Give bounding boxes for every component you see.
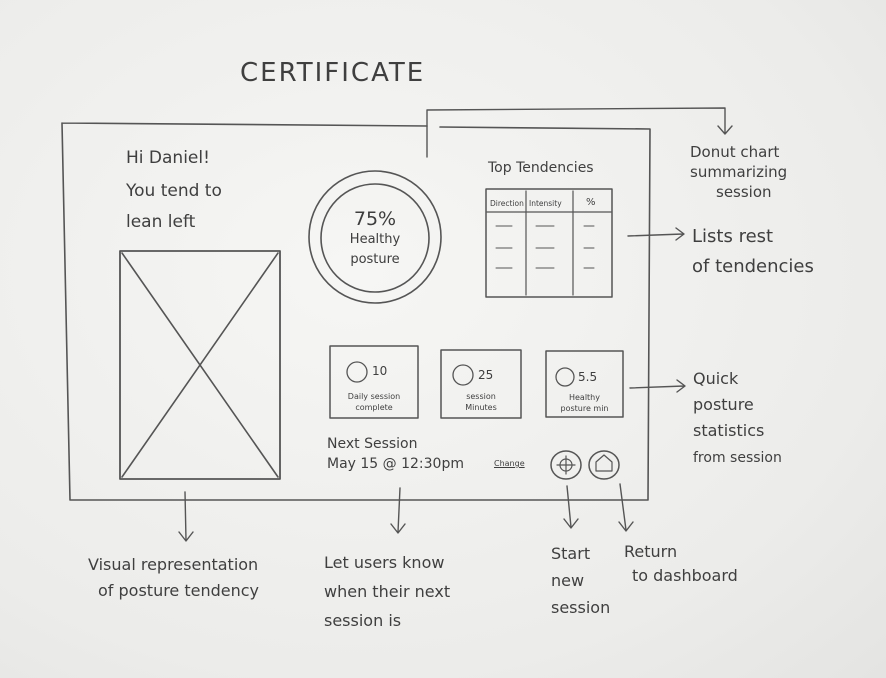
tendencies-placeholder-rows bbox=[495, 225, 595, 269]
annotation-line: Let users know bbox=[324, 553, 445, 572]
annotation-line: Donut chart bbox=[690, 143, 780, 161]
stat-label-line: posture min bbox=[560, 404, 609, 413]
stat-label-line: Healthy bbox=[568, 393, 600, 402]
tendencies-col-percent: % bbox=[586, 197, 596, 208]
annotation-line: session is bbox=[324, 611, 402, 630]
stat-label-line: Daily session bbox=[347, 392, 401, 401]
annotation-line: Start bbox=[551, 544, 591, 563]
annotation-return: Return to dashboard bbox=[624, 540, 738, 588]
annotation-line: Return bbox=[624, 542, 678, 561]
arrow-next bbox=[390, 487, 406, 534]
tendencies-title: Top Tendencies bbox=[488, 160, 594, 176]
arrow-stats bbox=[629, 379, 686, 393]
change-session-link[interactable]: Change bbox=[494, 459, 525, 468]
page-title: CERTIFICATE bbox=[240, 58, 426, 88]
start-session-button[interactable] bbox=[551, 451, 581, 479]
stat-label-line: complete bbox=[355, 403, 393, 412]
greeting-line-1: Hi Daniel! bbox=[126, 148, 210, 168]
stat-icon bbox=[452, 364, 474, 386]
stat-icon bbox=[555, 367, 575, 387]
stat-daily-sessions-value: 10 bbox=[372, 364, 388, 378]
annotation-line: session bbox=[716, 183, 772, 201]
donut-label-2: posture bbox=[350, 252, 400, 267]
arrow-start bbox=[563, 485, 579, 529]
arrow-return bbox=[618, 483, 634, 532]
annotation-stats: Quick posture statistics from session bbox=[693, 366, 782, 471]
stat-label-line: Minutes bbox=[465, 403, 497, 412]
annotation-visual: Visual representation of posture tendenc… bbox=[88, 552, 259, 604]
annotation-line: session bbox=[551, 598, 611, 617]
stat-healthy-posture-value: 5.5 bbox=[578, 370, 598, 384]
next-session-date: May 15 @ 12:30pm bbox=[327, 456, 464, 472]
stat-session-minutes-label: session Minutes bbox=[443, 391, 519, 413]
stat-session-minutes-value: 25 bbox=[478, 368, 494, 382]
return-dashboard-button[interactable] bbox=[589, 451, 619, 479]
annotation-tendencies: Lists rest of tendencies bbox=[692, 222, 814, 282]
donut-chart-center: 75% Healthy posture bbox=[320, 208, 430, 270]
annotation-line: statistics bbox=[693, 421, 765, 440]
annotation-next-session: Let users know when their next session i… bbox=[324, 548, 450, 635]
annotation-line: of tendencies bbox=[692, 256, 814, 277]
stat-label-line: session bbox=[466, 392, 496, 401]
greeting-line-2: You tend to bbox=[126, 181, 222, 201]
tendencies-col-intensity: Intensity bbox=[529, 199, 562, 208]
arrow-tendencies bbox=[627, 227, 685, 241]
annotation-line: to dashboard bbox=[632, 566, 738, 585]
annotation-donut: Donut chart summarizing session bbox=[690, 142, 787, 202]
stat-icon bbox=[346, 361, 368, 383]
annotation-line: when their next bbox=[324, 582, 451, 601]
next-session-label: Next Session bbox=[327, 436, 418, 452]
stat-healthy-posture-label: Healthy posture min bbox=[548, 392, 621, 414]
annotation-line: summarizing bbox=[690, 163, 788, 181]
stat-daily-sessions-label: Daily session complete bbox=[332, 391, 416, 413]
annotation-line: Quick bbox=[693, 369, 739, 388]
donut-value: 75% bbox=[353, 208, 397, 230]
arrow-donut bbox=[426, 107, 733, 158]
tendencies-col-direction: Direction bbox=[490, 199, 524, 208]
annotation-line: posture bbox=[693, 395, 754, 414]
image-placeholder-cross bbox=[121, 252, 279, 478]
annotation-line: Visual representation bbox=[88, 555, 259, 574]
annotation-line: from session bbox=[693, 450, 782, 466]
donut-label-1: Healthy bbox=[349, 232, 401, 247]
annotation-line: Lists rest bbox=[692, 226, 774, 247]
annotation-start: Start new session bbox=[551, 540, 610, 621]
greeting-line-3: lean left bbox=[126, 212, 196, 232]
annotation-line: new bbox=[551, 571, 585, 590]
annotation-line: of posture tendency bbox=[98, 581, 260, 600]
